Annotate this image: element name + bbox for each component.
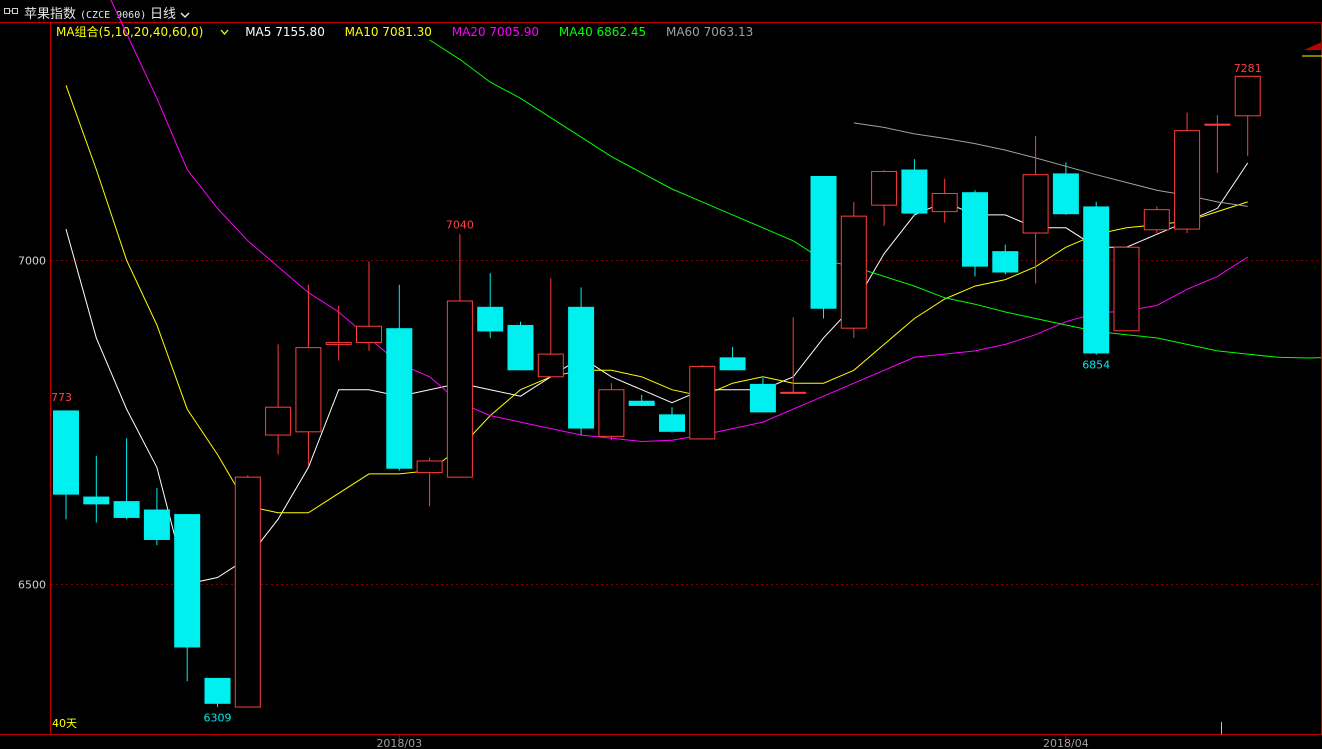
candle-body xyxy=(840,215,867,329)
candle xyxy=(446,234,473,478)
annotation-label: 6854 xyxy=(1082,359,1110,372)
candle xyxy=(416,457,443,507)
candle xyxy=(174,514,201,682)
candle xyxy=(689,365,716,440)
candle-body xyxy=(1113,246,1140,332)
candle xyxy=(83,455,110,523)
candle-body xyxy=(537,353,564,378)
candle-body xyxy=(689,365,716,440)
candle-body xyxy=(386,328,413,469)
candle xyxy=(507,321,534,371)
candle-body xyxy=(568,306,595,429)
candle xyxy=(1204,115,1231,173)
candle-body xyxy=(325,341,352,345)
candle xyxy=(53,410,79,520)
candle xyxy=(265,344,292,455)
candle-body xyxy=(780,391,807,394)
candle xyxy=(143,488,170,546)
y-tick-label: 6500 xyxy=(18,579,46,592)
candle xyxy=(628,394,655,406)
marker-icon xyxy=(1304,42,1322,50)
candle-body xyxy=(53,410,79,495)
candle-body xyxy=(810,176,837,309)
candle xyxy=(598,383,625,441)
candle-body xyxy=(1022,174,1049,234)
candle-body xyxy=(265,406,292,436)
candle-body xyxy=(962,192,988,267)
candle-body xyxy=(113,501,140,518)
candle-body xyxy=(1204,123,1231,126)
candle-body xyxy=(1052,173,1079,215)
candle xyxy=(992,244,1019,275)
candle-body xyxy=(628,400,655,406)
candle-body xyxy=(174,514,201,648)
candle-body xyxy=(143,509,170,540)
candle xyxy=(1113,246,1140,332)
candle xyxy=(840,201,867,338)
candle xyxy=(386,284,413,471)
annotation-label: 7040 xyxy=(446,218,474,231)
candle xyxy=(780,317,807,394)
candle-body xyxy=(1234,75,1261,117)
candle xyxy=(931,178,958,223)
candle-body xyxy=(507,324,534,371)
candle xyxy=(1083,201,1110,355)
candle xyxy=(325,305,352,361)
candle-body xyxy=(83,496,110,505)
x-tick-label: 2018/03 xyxy=(376,737,422,749)
annotation-label: 7281 xyxy=(1234,62,1262,75)
candle-body xyxy=(931,192,958,213)
candle xyxy=(234,475,261,708)
candle-body xyxy=(356,325,382,343)
candle-body xyxy=(204,677,231,704)
candle xyxy=(1143,206,1170,233)
candle xyxy=(113,438,140,520)
candle-body xyxy=(749,383,776,413)
candle xyxy=(568,287,595,436)
candle xyxy=(477,273,504,338)
candle-body xyxy=(1083,206,1110,354)
candle-body xyxy=(719,357,746,371)
period-count-label: 40天 xyxy=(52,717,77,730)
candle-body xyxy=(598,389,625,437)
candle-body xyxy=(1143,209,1170,231)
candlestick-chart[interactable]: 6500 7000 2018/03 2018/04 773 6309 7040 6854 728… xyxy=(0,0,1322,749)
annotation-label: 773 xyxy=(51,391,72,404)
candle xyxy=(871,170,898,226)
candle xyxy=(1052,162,1079,215)
candle xyxy=(962,190,988,277)
candle xyxy=(810,176,837,319)
candle xyxy=(295,284,322,467)
candle xyxy=(1174,112,1201,233)
candle xyxy=(204,677,231,708)
candle-body xyxy=(477,306,504,332)
annotation-label: 6309 xyxy=(204,712,232,725)
x-tick-label: 2018/04 xyxy=(1043,737,1089,749)
candle-body xyxy=(416,460,443,474)
candle-body xyxy=(295,347,322,433)
ma-line-ma20 xyxy=(110,0,1248,443)
candle xyxy=(901,159,928,217)
candle-body xyxy=(234,476,261,708)
y-tick-label: 7000 xyxy=(18,255,46,268)
candle-body xyxy=(659,414,685,432)
candle xyxy=(719,346,746,371)
ma-line-ma10 xyxy=(65,85,1248,514)
candle-body xyxy=(992,251,1019,273)
candle-body xyxy=(871,170,898,206)
candle xyxy=(1234,75,1261,156)
candle xyxy=(356,261,382,351)
candle-body xyxy=(901,169,928,214)
candle-body xyxy=(1174,130,1201,230)
candle xyxy=(659,407,685,433)
candle xyxy=(537,278,564,378)
candle-body xyxy=(446,300,473,478)
candle xyxy=(749,378,776,413)
